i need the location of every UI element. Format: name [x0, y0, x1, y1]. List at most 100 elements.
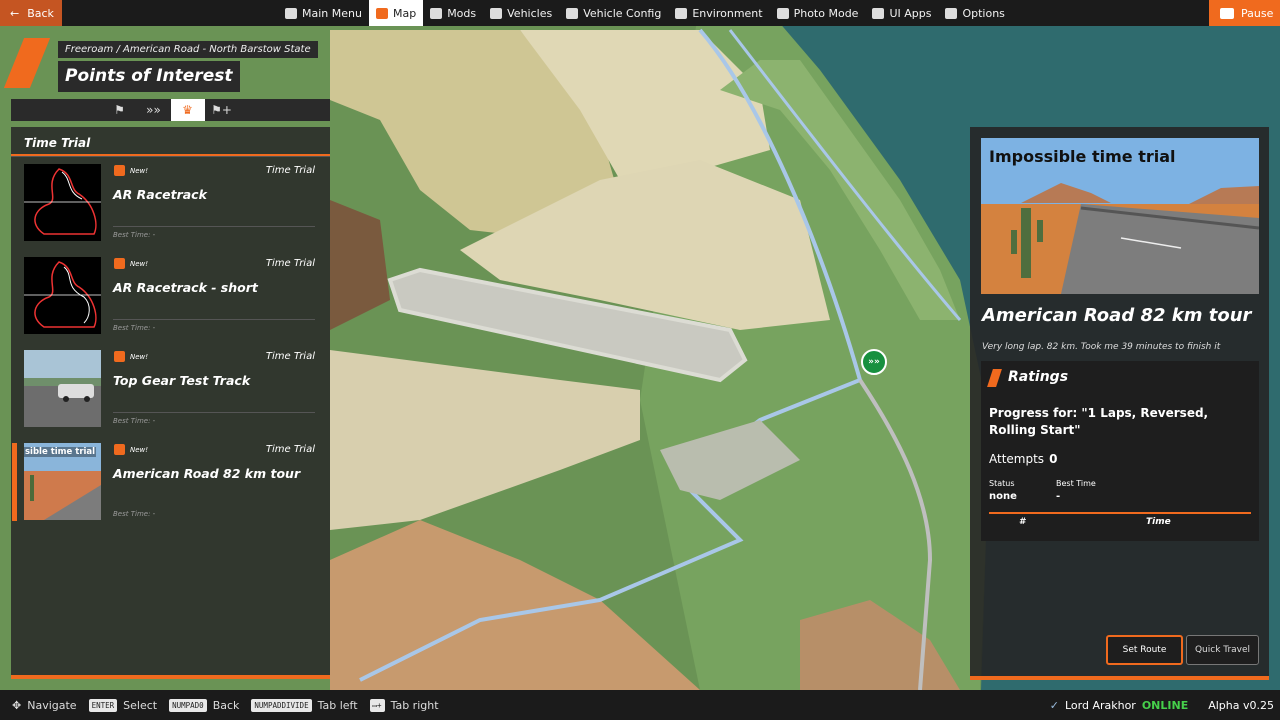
best-time-value: -: [1056, 491, 1061, 502]
menu-environment[interactable]: Environment: [668, 0, 769, 26]
car-thumbnail: [24, 350, 101, 427]
list-item[interactable]: New! Time Trial AR Racetrack - short Bes…: [11, 257, 330, 350]
detail-description: Very long lap. 82 km. Took me 39 minutes…: [982, 342, 1221, 352]
car-config-icon: [566, 7, 579, 19]
thumb-caption: sible time trial: [24, 447, 97, 457]
item-name: AR Racetrack: [113, 187, 207, 202]
menu-ui-apps[interactable]: UI Apps: [865, 0, 938, 26]
hint-select: ENTER Select: [88, 698, 157, 712]
track-thumbnail: [24, 164, 101, 241]
item-name: Top Gear Test Track: [113, 373, 251, 388]
tab-routes[interactable]: »»: [137, 99, 171, 121]
menu-map[interactable]: Map: [368, 0, 424, 26]
pause-button[interactable]: Pause: [1209, 0, 1280, 26]
col-number: #: [1019, 517, 1026, 527]
ratings-accent: [987, 369, 1002, 387]
key-enter: ENTER: [88, 698, 118, 712]
item-name: American Road 82 km tour: [113, 466, 301, 481]
item-type: Time Trial: [265, 258, 315, 269]
set-route-button[interactable]: Set Route: [1106, 635, 1183, 665]
image-title: Impossible time trial: [989, 147, 1176, 166]
progress-text: Progress for: "1 Laps, Reversed, Rolling…: [989, 406, 1209, 437]
ratings-box: Ratings Progress for: "1 Laps, Reversed,…: [981, 361, 1259, 541]
hint-tab-left: NUMPADDIVIDE Tab left: [251, 698, 358, 712]
best-time: Best Time: -: [113, 324, 156, 332]
quick-travel-button[interactable]: Quick Travel: [1186, 635, 1259, 665]
flag-icon: ⚑: [114, 103, 125, 117]
divider: [113, 412, 315, 413]
list-item[interactable]: sible time trial New! Time Trial America…: [11, 443, 330, 536]
menu-mods[interactable]: Mods: [423, 0, 483, 26]
page-title: Points of Interest: [58, 61, 241, 92]
key-numpad0: NUMPAD0: [169, 698, 207, 712]
user-icon: ✓: [1049, 698, 1059, 712]
hint-back: NUMPAD0 Back: [169, 698, 239, 712]
divider: [113, 226, 315, 227]
filter-tabs: ⚑ »» ♛ ⚑+: [11, 99, 330, 121]
poi-list: Time Trial New! Time Trial AR Racetrack …: [11, 127, 330, 679]
key-numpaddivide: NUMPADDIVIDE: [251, 698, 312, 712]
weather-icon: [675, 7, 688, 19]
track-thumbnail: [24, 257, 101, 334]
flag-icon: [114, 258, 125, 269]
new-badge: New!: [114, 165, 148, 176]
flag-icon: [114, 444, 125, 455]
col-time: Time: [1146, 517, 1171, 527]
desert-thumbnail: sible time trial: [24, 443, 101, 520]
key-icon: ▭+: [369, 698, 385, 712]
attempts: Attempts 0: [989, 452, 1058, 466]
hint-navigate: ✥ Navigate: [12, 698, 77, 712]
trophy-icon: ♛: [182, 103, 193, 117]
item-type: Time Trial: [265, 444, 315, 455]
apps-icon: [872, 7, 885, 19]
menu-vehicles[interactable]: Vehicles: [483, 0, 559, 26]
best-time: Best Time: -: [113, 417, 156, 425]
new-badge: New!: [114, 351, 148, 362]
best-time: Best Time: -: [113, 231, 156, 239]
tab-custom[interactable]: ⚑+: [205, 99, 239, 121]
status-area: ✓ Lord Arakhor ONLINE Alpha v0.25: [1050, 690, 1274, 720]
flag-icon: [114, 351, 125, 362]
sliders-icon: [945, 7, 958, 19]
back-label: Back: [27, 6, 54, 20]
best-time: Best Time: -: [113, 510, 156, 518]
flag-plus-icon: ⚑+: [211, 103, 232, 117]
title-area: Freeroam / American Road - North Barstow…: [58, 37, 318, 92]
map-marker[interactable]: »»: [861, 349, 887, 375]
top-bar: ← Back Main Menu Map Mods Vehicles Vehic…: [0, 0, 1280, 26]
map-icon: [375, 7, 388, 19]
car-icon: [490, 7, 503, 19]
chevrons-icon: »»: [146, 103, 161, 117]
tab-missions[interactable]: ⚑: [103, 99, 137, 121]
item-type: Time Trial: [265, 165, 315, 176]
main-menu: Main Menu Map Mods Vehicles Vehicle Conf…: [278, 0, 1012, 26]
item-name: AR Racetrack - short: [113, 280, 258, 295]
pause-icon: [1220, 7, 1234, 19]
table-divider: [989, 512, 1251, 514]
best-time-label: Best Time: [1056, 479, 1096, 488]
grid-icon: [285, 7, 297, 19]
item-type: Time Trial: [265, 351, 315, 362]
menu-options[interactable]: Options: [938, 0, 1011, 26]
dpad-icon: ✥: [12, 698, 22, 712]
hint-tab-right: ▭+ Tab right: [369, 698, 439, 712]
breadcrumb: Freeroam / American Road - North Barstow…: [58, 41, 318, 58]
camera-icon: [776, 7, 789, 19]
detail-panel: Impossible time trial American Road 82 k…: [970, 127, 1269, 680]
new-badge: New!: [114, 258, 148, 269]
poi-list-panel: ⚑ »» ♛ ⚑+ Time Trial New! Time Trial AR …: [11, 99, 330, 679]
username[interactable]: Lord Arakhor: [1065, 699, 1136, 712]
menu-vehicle-config[interactable]: Vehicle Config: [559, 0, 668, 26]
list-item[interactable]: New! Time Trial Top Gear Test Track Best…: [11, 350, 330, 443]
list-item[interactable]: New! Time Trial AR Racetrack Best Time: …: [11, 164, 330, 257]
flag-icon: [114, 165, 125, 176]
pause-label: Pause: [1241, 6, 1274, 20]
section-title: Time Trial: [11, 127, 330, 157]
status-label: Status: [989, 479, 1015, 488]
menu-photo-mode[interactable]: Photo Mode: [770, 0, 866, 26]
menu-main-menu[interactable]: Main Menu: [278, 0, 369, 26]
new-badge: New!: [114, 444, 148, 455]
divider: [113, 319, 315, 320]
back-button[interactable]: ← Back: [0, 0, 62, 26]
tab-time-trials[interactable]: ♛: [170, 99, 205, 121]
